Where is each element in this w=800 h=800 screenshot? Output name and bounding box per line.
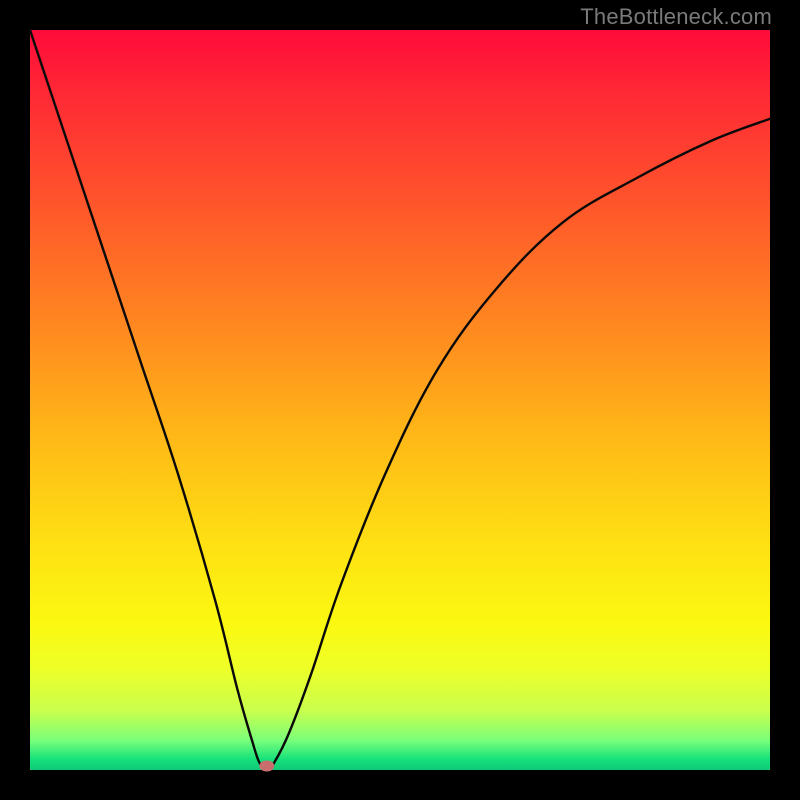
plot-area: [30, 30, 770, 770]
curve-svg: [30, 30, 770, 770]
chart-frame: TheBottleneck.com: [0, 0, 800, 800]
watermark-text: TheBottleneck.com: [580, 4, 772, 30]
bottleneck-curve-line: [30, 30, 770, 770]
minimum-marker: [259, 761, 274, 772]
